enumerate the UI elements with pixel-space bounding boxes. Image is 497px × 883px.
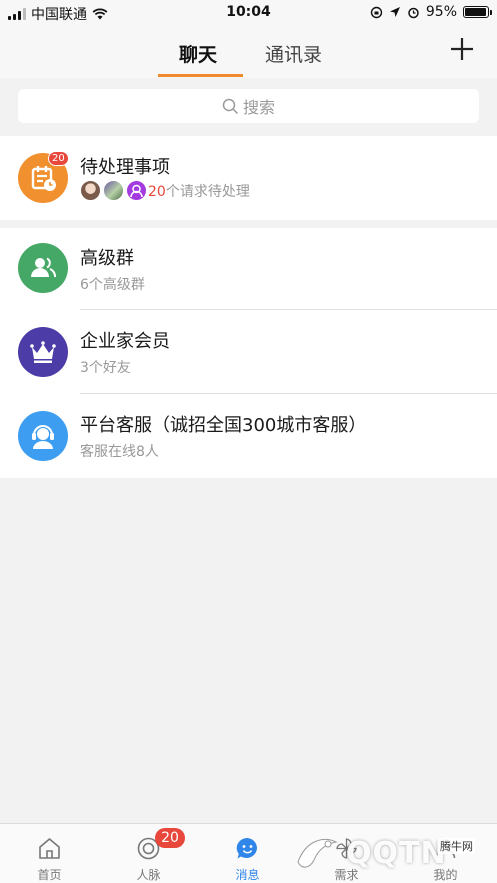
pending-subtitle: 20个请求待处理 — [148, 181, 250, 201]
tabbar-me[interactable]: 我的 — [396, 824, 497, 883]
tabbar-label: 人脉 — [136, 868, 161, 882]
tabbar-label: 首页 — [37, 868, 62, 882]
crown-icon — [18, 327, 68, 377]
pending-count: 20 — [148, 184, 166, 200]
tab-contacts[interactable]: 通讯录 — [265, 40, 322, 67]
list-item-subtitle: 客服在线8人 — [80, 444, 159, 460]
search-icon — [222, 98, 239, 114]
list-item-service[interactable]: 平台客服（诚招全国300城市客服） 客服在线8人 — [0, 394, 497, 478]
tabbar-label: 我的 — [433, 868, 458, 882]
avatar — [80, 180, 101, 201]
plus-icon[interactable] — [449, 36, 475, 62]
pending-title: 待处理事项 — [80, 157, 170, 178]
tab-bar: 首页 20 人脉 消息 需求 我的 — [0, 823, 497, 883]
tabbar-needs[interactable]: 需求 — [297, 824, 396, 883]
tabbar-home[interactable]: 首页 — [0, 824, 99, 883]
status-right: 95% — [370, 4, 492, 20]
search-area: 搜索 — [0, 78, 497, 136]
tabbar-messages[interactable]: 消息 — [198, 824, 297, 883]
avatar — [126, 180, 147, 201]
home-icon — [39, 838, 60, 859]
pending-avatars — [80, 180, 147, 201]
pending-badge: 20 — [48, 151, 69, 166]
list-item-group[interactable]: 高级群 6个高级群 — [0, 228, 497, 310]
status-bar: 中国联通 10:04 95% — [0, 0, 497, 26]
headset-icon — [18, 411, 68, 461]
group-icon — [18, 243, 68, 293]
alarm-icon — [408, 7, 419, 18]
battery-percent: 95% — [425, 4, 457, 20]
tabbar-network[interactable]: 20 人脉 — [99, 824, 198, 883]
list-item-title: 平台客服（诚招全国300城市客服） — [80, 415, 367, 436]
tab-chat[interactable]: 聊天 — [179, 40, 217, 67]
network-badge: 20 — [155, 828, 185, 848]
rotation-lock-icon — [370, 6, 383, 18]
chat-smile-icon — [236, 837, 257, 859]
battery-icon — [463, 6, 492, 18]
pending-suffix: 个请求待处理 — [165, 184, 250, 200]
pinwheel-icon — [336, 838, 357, 859]
list-item-subtitle: 6个高级群 — [80, 277, 145, 293]
active-tab-indicator — [158, 74, 243, 77]
list-item-title: 高级群 — [80, 248, 134, 269]
battery-fill — [465, 8, 486, 16]
list-section: 高级群 6个高级群 企业家会员 3个好友 平台客服（诚招全国300城市客服） 客… — [0, 228, 497, 478]
header: 聊天 通讯录 — [0, 26, 497, 78]
profile-icon — [435, 839, 456, 859]
search-input[interactable]: 搜索 — [18, 89, 479, 123]
list-item-vip[interactable]: 企业家会员 3个好友 — [0, 310, 497, 394]
location-icon — [389, 7, 400, 17]
tabbar-label: 需求 — [334, 868, 359, 882]
tabbar-label: 消息 — [235, 868, 260, 882]
list-item-subtitle: 3个好友 — [80, 360, 131, 376]
avatar — [103, 180, 124, 201]
list-item-title: 企业家会员 — [80, 331, 170, 352]
pending-item[interactable]: 20 待处理事项 20个请求待处理 — [0, 136, 497, 220]
search-placeholder: 搜索 — [242, 98, 275, 117]
